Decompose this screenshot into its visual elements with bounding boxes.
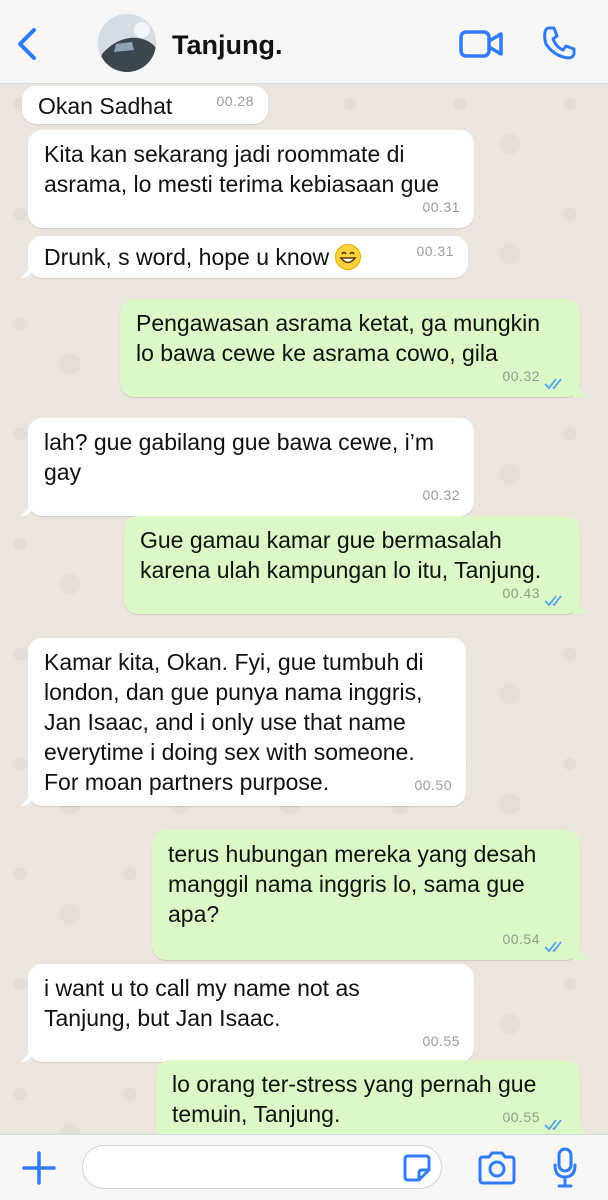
avatar-image (98, 14, 156, 72)
contact-name[interactable]: Tanjung. (172, 30, 282, 61)
sticker-button[interactable] (402, 1153, 432, 1183)
microphone-icon (553, 1147, 577, 1188)
message-time: 00.43 (502, 585, 540, 601)
message-time: 00.50 (414, 777, 452, 793)
double-check-icon (544, 378, 562, 390)
message-text: Drunk, s word, hope u know (44, 244, 330, 270)
message-text: Kamar kita, Okan. Fyi, gue tumbuh di lon… (44, 649, 424, 795)
message-time: 00.54 (502, 931, 540, 947)
chevron-left-icon (18, 28, 36, 60)
message-text: i want u to call my name not as Tanjung,… (44, 975, 360, 1031)
voice-call-button[interactable] (540, 24, 578, 62)
double-check-icon (544, 941, 562, 953)
phone-icon (543, 26, 576, 60)
message-outgoing[interactable]: terus hubungan mereka yang desah manggil… (152, 830, 580, 960)
message-outgoing[interactable]: Pengawasan asrama ketat, ga mungkin lo b… (120, 299, 580, 397)
message-incoming[interactable]: Kamar kita, Okan. Fyi, gue tumbuh di lon… (28, 638, 466, 806)
message-time: 00.32 (422, 487, 460, 503)
message-incoming[interactable]: lah? gue gabilang gue bawa cewe, i’m gay… (28, 418, 474, 516)
message-text: terus hubungan mereka yang desah manggil… (168, 841, 537, 927)
message-input[interactable] (82, 1145, 442, 1189)
chat-area[interactable]: Okan Sadhat 00.28 Kita kan sekarang jadi… (0, 84, 608, 1134)
message-time: 00.32 (502, 368, 540, 384)
message-time: 00.55 (502, 1109, 540, 1125)
message-text: Pengawasan asrama ketat, ga mungkin lo b… (136, 310, 541, 366)
double-check-icon (544, 1119, 562, 1131)
grinning-face-emoji-icon (335, 244, 362, 270)
attach-button[interactable] (20, 1149, 58, 1187)
message-outgoing[interactable]: Gue gamau kamar gue bermasalah karena ul… (124, 516, 580, 614)
microphone-button[interactable] (552, 1147, 578, 1189)
sticker-icon (403, 1154, 431, 1182)
message-text: Kita kan sekarang jadi roommate di asram… (44, 141, 440, 197)
camera-icon (478, 1151, 516, 1185)
video-call-button[interactable] (458, 27, 504, 61)
input-bar (0, 1134, 608, 1200)
message-incoming[interactable]: Drunk, s word, hope u know 00.31 (28, 236, 468, 278)
avatar[interactable] (98, 14, 156, 72)
message-time: 00.55 (422, 1033, 460, 1049)
double-check-icon (544, 595, 562, 607)
message-incoming[interactable]: Okan Sadhat 00.28 (22, 86, 268, 124)
message-text: lah? gue gabilang gue bawa cewe, i’m gay (44, 429, 434, 485)
message-time: 00.31 (416, 243, 454, 259)
message-incoming[interactable]: Kita kan sekarang jadi roommate di asram… (28, 130, 474, 228)
camera-button[interactable] (476, 1151, 518, 1185)
message-text: Gue gamau kamar gue bermasalah karena ul… (140, 527, 542, 583)
plus-icon (22, 1151, 56, 1185)
video-camera-icon (459, 30, 503, 58)
message-outgoing[interactable]: lo orang ter-stress yang pernah gue temu… (156, 1060, 580, 1134)
message-time: 00.31 (422, 199, 460, 215)
back-button[interactable] (10, 24, 46, 64)
message-time: 00.28 (216, 93, 254, 109)
chat-header: Tanjung. (0, 0, 608, 84)
message-incoming[interactable]: i want u to call my name not as Tanjung,… (28, 964, 474, 1062)
